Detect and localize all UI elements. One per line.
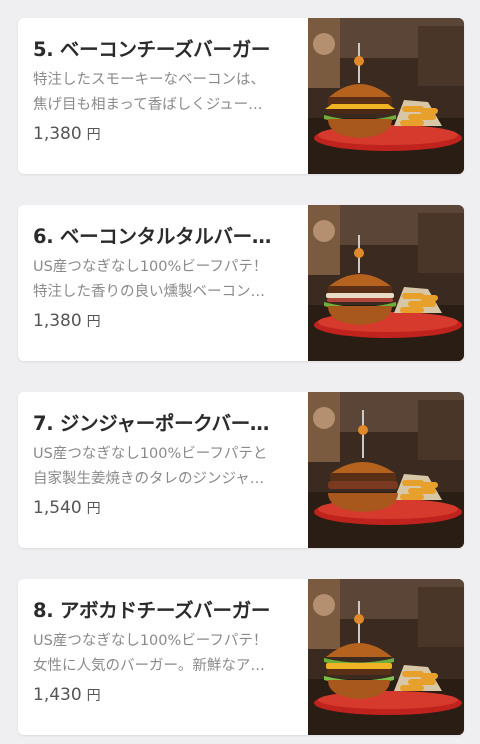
price-currency: 円	[86, 501, 101, 517]
price-currency: 円	[86, 127, 101, 143]
menu-item-description-line2: 自家製生姜焼きのタレのジンジャ…	[33, 471, 265, 487]
menu-item-price: 1,380 円	[33, 309, 101, 334]
menu-item-description-line2: 焦げ目も相まって香ばしくジュー…	[33, 97, 263, 113]
menu-item-title: 5. ベーコンチーズバーガー	[33, 38, 271, 61]
price-value: 1,540	[33, 498, 82, 518]
burger-photo	[308, 205, 464, 361]
menu-item-description-line1: 特注したスモーキーなベーコンは、	[33, 72, 265, 88]
burger-photo	[308, 18, 464, 174]
menu-item-description-line1: US産つなぎなし100%ビーフパテ！	[33, 259, 268, 275]
price-currency: 円	[86, 314, 101, 330]
menu-item-description-line1: US産つなぎなし100%ビーフパテと	[33, 446, 268, 462]
menu-item-description-line2: 女性に人気のバーガー。新鮮なア…	[33, 658, 265, 674]
menu-item-card[interactable]: 6. ベーコンタルタルバー… US産つなぎなし100%ビーフパテ！ 特注した香り…	[18, 205, 464, 361]
menu-item-title: 8. アボカドチーズバーガー	[33, 599, 271, 622]
menu-item-price: 1,430 円	[33, 683, 101, 708]
burger-photo	[308, 579, 464, 735]
menu-item-title: 7. ジンジャーポークバー…	[33, 412, 270, 435]
menu-item-price: 1,380 円	[33, 122, 101, 147]
menu-item-card[interactable]: 5. ベーコンチーズバーガー 特注したスモーキーなベーコンは、 焦げ目も相まって…	[18, 18, 464, 174]
menu-item-price: 1,540 円	[33, 496, 101, 521]
menu-item-card[interactable]: 7. ジンジャーポークバー… US産つなぎなし100%ビーフパテと 自家製生姜焼…	[18, 392, 464, 548]
menu-item-description-line2: 特注した香りの良い燻製ベーコン…	[33, 284, 265, 300]
menu-item-card[interactable]: 8. アボカドチーズバーガー US産つなぎなし100%ビーフパテ！ 女性に人気の…	[18, 579, 464, 735]
price-value: 1,430	[33, 685, 82, 705]
price-value: 1,380	[33, 124, 82, 144]
menu-item-description-line1: US産つなぎなし100%ビーフパテ！	[33, 633, 268, 649]
price-currency: 円	[86, 688, 101, 704]
burger-photo	[308, 392, 464, 548]
menu-item-title: 6. ベーコンタルタルバー…	[33, 225, 272, 248]
price-value: 1,380	[33, 311, 82, 331]
